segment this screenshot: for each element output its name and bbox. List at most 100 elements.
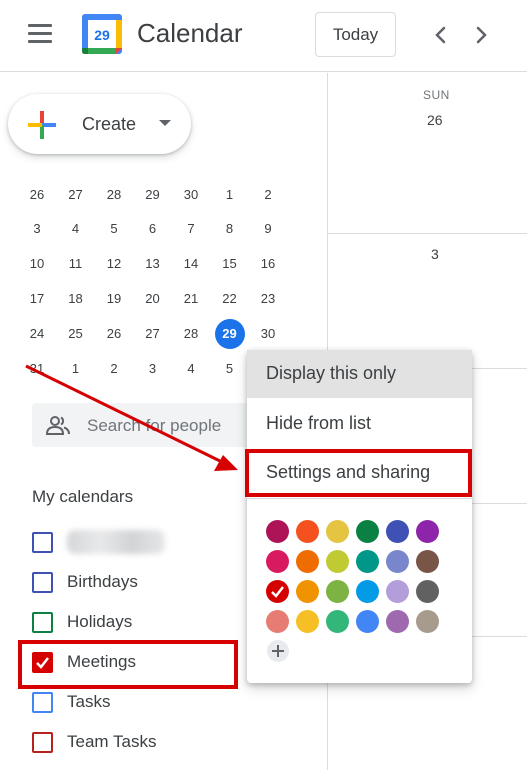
- calendar-label: Tasks: [67, 692, 111, 711]
- chevron-right-icon[interactable]: [466, 20, 496, 50]
- color-swatch[interactable]: [386, 610, 409, 633]
- calendar-item[interactable]: Birthdays: [32, 567, 232, 597]
- mini-calendar-day[interactable]: 30: [249, 315, 287, 353]
- mini-calendar-day[interactable]: 22: [211, 280, 249, 318]
- color-swatch[interactable]: [356, 550, 379, 573]
- color-swatch[interactable]: [296, 550, 319, 573]
- mini-calendar-day[interactable]: 20: [134, 280, 172, 318]
- color-swatch[interactable]: [356, 580, 379, 603]
- mini-calendar-day[interactable]: 5: [95, 210, 133, 248]
- calendar-item[interactable]: Tasks: [32, 687, 232, 717]
- color-swatch[interactable]: [296, 520, 319, 543]
- settings-highlight-box: [245, 449, 472, 497]
- mini-calendar-day[interactable]: 16: [249, 245, 287, 283]
- mini-calendar-day[interactable]: 4: [57, 210, 95, 248]
- mini-calendar-day[interactable]: 27: [57, 176, 95, 214]
- mini-calendar-day[interactable]: 31: [18, 350, 56, 388]
- calendar-checkbox[interactable]: [32, 532, 53, 553]
- checkmark-icon: [271, 586, 284, 598]
- calendar-item[interactable]: Team Tasks: [32, 727, 232, 757]
- mini-calendar-day[interactable]: 13: [134, 245, 172, 283]
- color-swatch[interactable]: [266, 520, 289, 543]
- mini-calendar-day[interactable]: 8: [211, 210, 249, 248]
- menu-divider: [247, 498, 472, 499]
- color-swatch[interactable]: [356, 610, 379, 633]
- mini-calendar-day[interactable]: 12: [95, 245, 133, 283]
- mini-calendar-day[interactable]: 4: [172, 350, 210, 388]
- today-button[interactable]: Today: [315, 12, 396, 57]
- mini-calendar-day[interactable]: 1: [57, 350, 95, 388]
- mini-calendar-day[interactable]: 18: [57, 280, 95, 318]
- color-swatch[interactable]: [266, 550, 289, 573]
- mini-calendar-day[interactable]: 7: [172, 210, 210, 248]
- mini-calendar-day[interactable]: 28: [95, 176, 133, 214]
- mini-calendar-day[interactable]: 25: [57, 315, 95, 353]
- color-swatch[interactable]: [416, 550, 439, 573]
- color-swatch[interactable]: [296, 610, 319, 633]
- mini-calendar-day[interactable]: 9: [249, 210, 287, 248]
- calendar-item[interactable]: [32, 527, 232, 557]
- grid-row-line: [328, 233, 527, 234]
- mini-calendar-day[interactable]: 15: [211, 245, 249, 283]
- mini-calendar-day[interactable]: 19: [95, 280, 133, 318]
- redacted-calendar-name: [67, 530, 165, 554]
- mini-calendar-day[interactable]: 21: [172, 280, 210, 318]
- mini-calendar-week: 17 18 19 20 21 22 23: [20, 280, 300, 318]
- my-calendars-heading[interactable]: My calendars: [32, 487, 133, 507]
- calendar-item[interactable]: Holidays: [32, 607, 232, 637]
- create-label: Create: [82, 114, 137, 134]
- mini-calendar-day[interactable]: 23: [249, 280, 287, 318]
- mini-calendar-week: 10 11 12 13 14 15 16: [20, 245, 300, 283]
- grid-day-number[interactable]: 26: [427, 112, 443, 128]
- create-button[interactable]: Create: [8, 94, 191, 154]
- mini-calendar-day[interactable]: 26: [95, 315, 133, 353]
- meetings-highlight-box: [18, 640, 238, 689]
- calendar-checkbox[interactable]: [32, 732, 53, 753]
- mini-calendar-day[interactable]: 24: [18, 315, 56, 353]
- color-swatch[interactable]: [386, 580, 409, 603]
- mini-calendar-day[interactable]: 10: [18, 245, 56, 283]
- menu-item-hide-from-list[interactable]: Hide from list: [247, 400, 472, 448]
- color-swatch[interactable]: [296, 580, 319, 603]
- color-swatch-selected[interactable]: [266, 580, 289, 603]
- chevron-left-icon[interactable]: [426, 20, 456, 50]
- mini-calendar-day[interactable]: 30: [172, 176, 210, 214]
- calendar-checkbox[interactable]: [32, 612, 53, 633]
- calendar-options-menu: Display this only Hide from list Setting…: [247, 350, 472, 683]
- mini-calendar-day[interactable]: 1: [211, 176, 249, 214]
- color-swatch[interactable]: [326, 580, 349, 603]
- mini-calendar-day[interactable]: 6: [134, 210, 172, 248]
- color-swatch[interactable]: [416, 520, 439, 543]
- mini-calendar-day[interactable]: 14: [172, 245, 210, 283]
- mini-calendar-day[interactable]: 27: [134, 315, 172, 353]
- color-swatch[interactable]: [386, 520, 409, 543]
- mini-calendar-week: 3456789: [20, 210, 300, 248]
- color-swatch[interactable]: [266, 610, 289, 633]
- calendar-checkbox[interactable]: [32, 692, 53, 713]
- color-swatch[interactable]: [416, 580, 439, 603]
- menu-item-display-this-only[interactable]: Display this only: [247, 350, 472, 398]
- mini-calendar-day[interactable]: 26: [18, 176, 56, 214]
- mini-calendar-day[interactable]: 3: [134, 350, 172, 388]
- mini-calendar-day[interactable]: 17: [18, 280, 56, 318]
- color-swatch[interactable]: [326, 610, 349, 633]
- mini-calendar-day[interactable]: 2: [95, 350, 133, 388]
- people-icon: [45, 414, 70, 436]
- mini-calendar-day[interactable]: 3: [18, 210, 56, 248]
- color-swatch[interactable]: [326, 520, 349, 543]
- mini-calendar-day[interactable]: 29: [134, 176, 172, 214]
- mini-calendar-day[interactable]: 2: [249, 176, 287, 214]
- menu-item-label: Display this only: [266, 363, 397, 383]
- color-swatch[interactable]: [326, 550, 349, 573]
- grid-day-number[interactable]: 3: [431, 246, 439, 262]
- plus-icon[interactable]: [267, 640, 289, 662]
- mini-calendar-day[interactable]: 5: [211, 350, 249, 388]
- calendar-checkbox[interactable]: [32, 572, 53, 593]
- mini-calendar-day[interactable]: 11: [57, 245, 95, 283]
- color-swatch[interactable]: [356, 520, 379, 543]
- color-swatch[interactable]: [416, 610, 439, 633]
- mini-calendar-today[interactable]: 29: [214, 319, 245, 349]
- color-swatch[interactable]: [386, 550, 409, 573]
- hamburger-menu-icon[interactable]: [28, 24, 54, 44]
- mini-calendar-day[interactable]: 28: [172, 315, 210, 353]
